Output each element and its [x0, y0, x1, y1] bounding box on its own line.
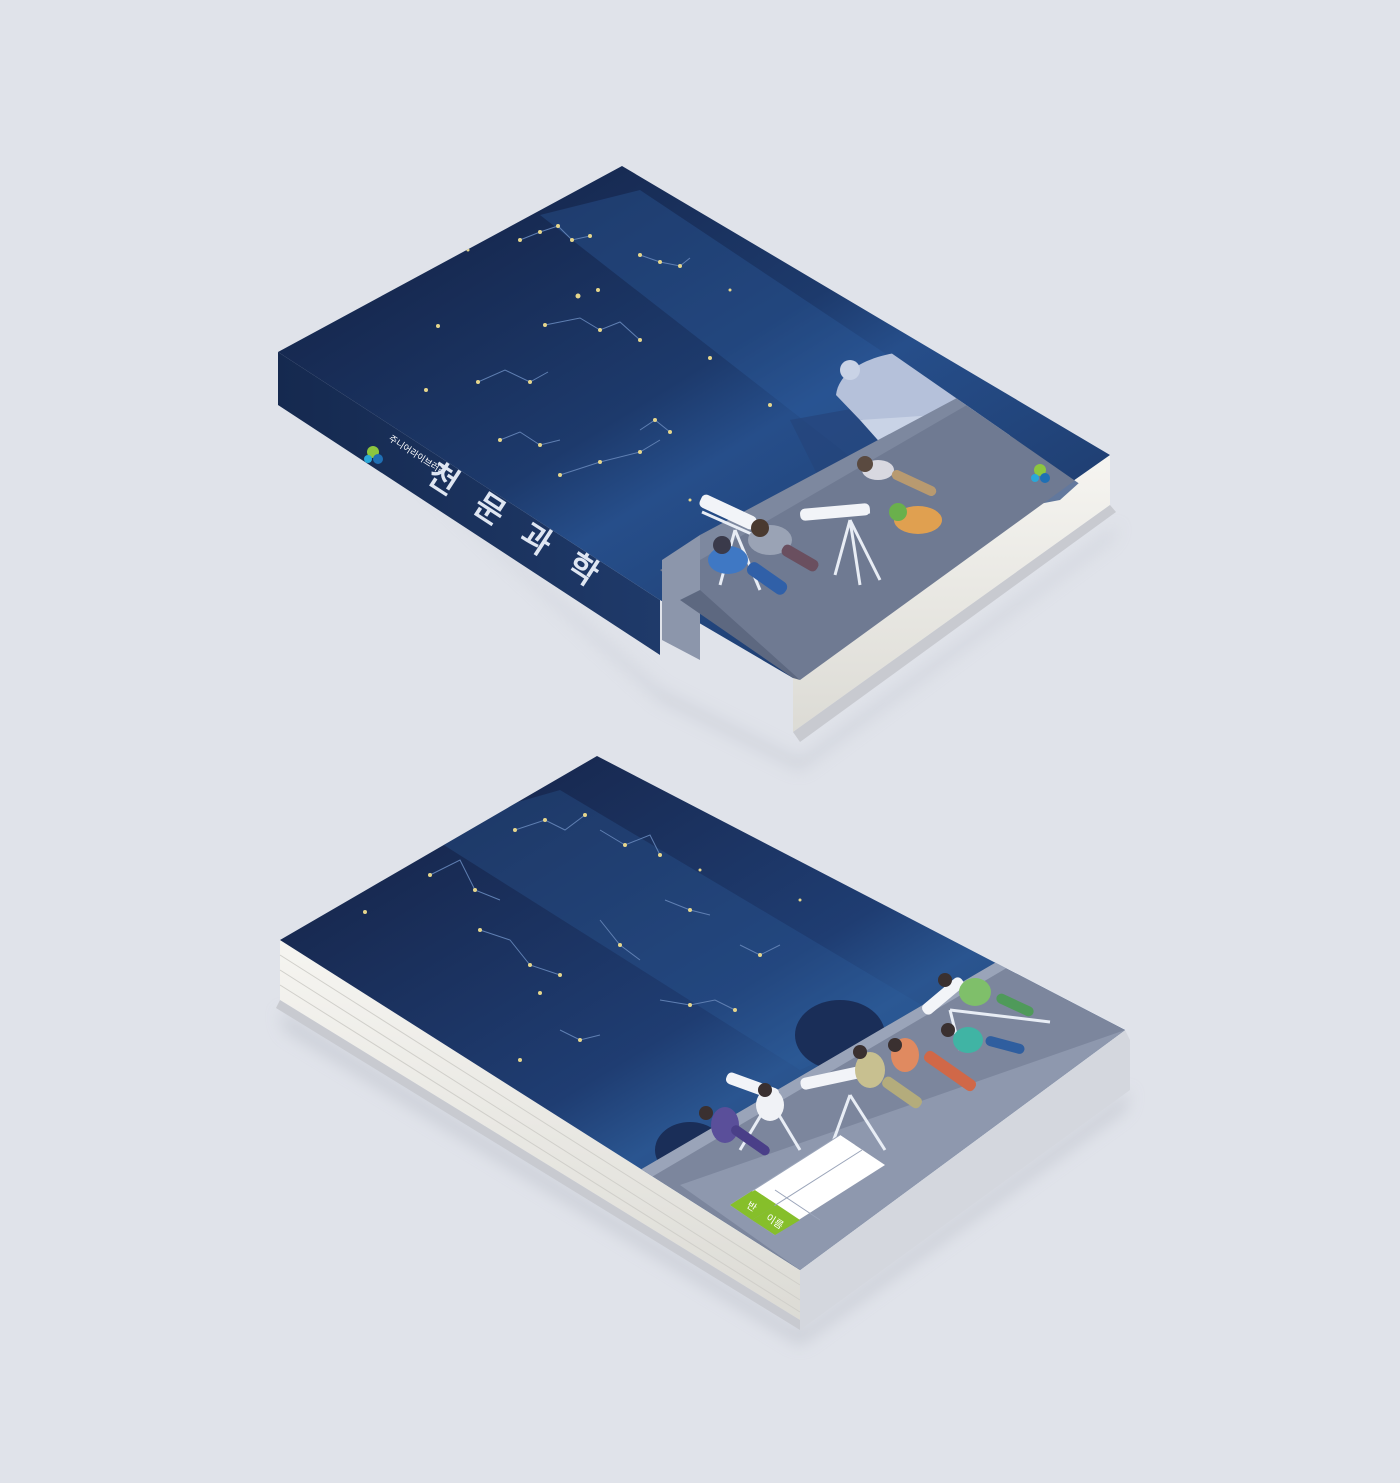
- book-top: 주니어라이브러리 주니어라이브러리 천문과학: [278, 166, 1120, 770]
- book-mockup-scene: 주니어라이브러리 주니어라이브러리 천문과학 반 이름: [276, 166, 1130, 1345]
- book-bottom: 반 이름: [276, 756, 1130, 1345]
